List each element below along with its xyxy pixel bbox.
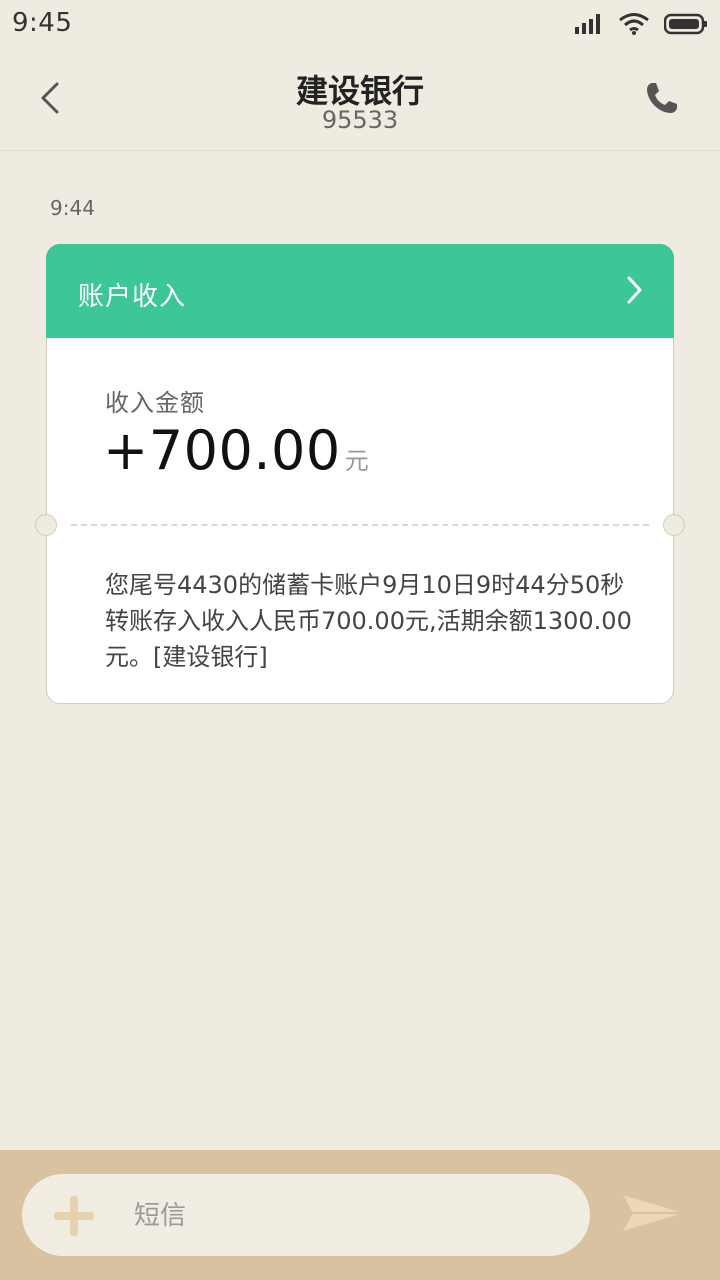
- amount-unit: 元: [344, 447, 369, 475]
- amount-label: 收入金额: [105, 389, 205, 417]
- call-button[interactable]: [640, 76, 684, 120]
- status-icons: [574, 10, 708, 38]
- card-notch-right: [663, 514, 685, 536]
- status-bar: 9:45: [0, 0, 720, 48]
- conversation-header: 建设银行 95533: [0, 48, 720, 151]
- amount-value: +700.00: [103, 419, 341, 482]
- transaction-card[interactable]: 账户收入 收入金额 +700.00 元 您尾号4430的储蓄卡账户9月10日9时…: [35, 244, 685, 704]
- message-timestamp: 9:44: [50, 196, 95, 220]
- amount-row: +700.00 元: [103, 419, 369, 482]
- chevron-right-icon: [627, 276, 642, 304]
- wifi-icon: [619, 13, 649, 35]
- battery-icon: [664, 13, 707, 35]
- card-divider: [71, 524, 649, 526]
- card-header[interactable]: 账户收入: [46, 244, 674, 338]
- sms-input[interactable]: [134, 1194, 554, 1238]
- composer-bar: [0, 1150, 720, 1280]
- message-body: 您尾号4430的储蓄卡账户9月10日9时44分50秒转账存入收入人民币700.0…: [105, 571, 632, 671]
- phone-icon: [647, 83, 677, 113]
- signal-icon: [575, 14, 600, 34]
- contact-number: 95533: [321, 106, 399, 134]
- status-time: 9:45: [12, 8, 73, 38]
- composer-input-box: [22, 1174, 590, 1256]
- send-icon[interactable]: [618, 1188, 690, 1238]
- card-title: 账户收入: [78, 282, 187, 312]
- card-notch-left: [35, 514, 57, 536]
- plus-icon[interactable]: [52, 1194, 96, 1238]
